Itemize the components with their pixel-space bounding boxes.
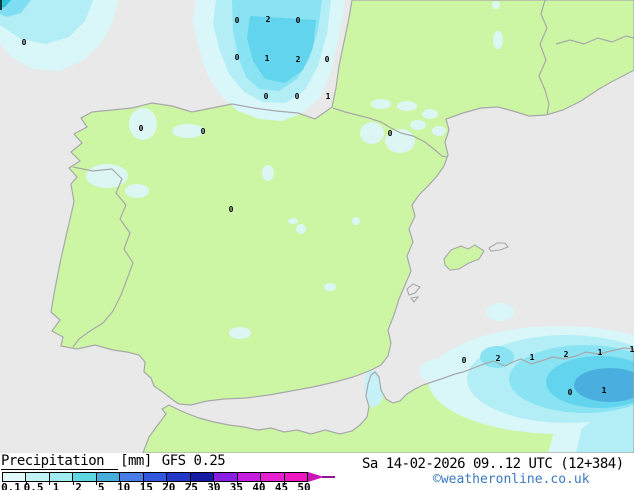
station-value: 0 [228, 205, 234, 214]
scale-tick [25, 482, 27, 485]
scale-tick [190, 482, 191, 485]
scale-segment [237, 473, 262, 481]
scale-segment [261, 473, 285, 481]
scale-tick [213, 482, 215, 485]
scale-tick [72, 482, 74, 485]
scale-segment [214, 473, 238, 481]
scale-segment [96, 473, 121, 481]
precipitation-map: 0 2 0 0 1 2 0 0 0 1 0 0 0 0 0 0 2 1 2 1 1 0 1 [0, 0, 634, 453]
station-value: 1 [629, 345, 634, 354]
station-value: 1 [601, 386, 607, 395]
station-value: 1 [529, 353, 535, 362]
station-value: 1 [597, 348, 603, 357]
station-value: 2 [265, 15, 271, 24]
scale-tick [119, 482, 121, 485]
legend-footer: Precipitation [mm] GFS 0.25 Sa 14-02-2026 … [0, 453, 634, 490]
station-value: 0 [567, 388, 573, 397]
station-value: 0 [294, 92, 300, 101]
scale-tick [284, 482, 285, 485]
scale-label: 50 [297, 481, 311, 490]
scale-tick [237, 482, 238, 485]
scale-tick [260, 482, 262, 485]
station-value: 2 [495, 354, 501, 363]
station-value: 1 [325, 92, 331, 101]
station-value: 1 [264, 54, 270, 63]
scale-segment [284, 473, 308, 481]
scale-tick [143, 482, 144, 485]
station-value: 0 [387, 129, 393, 138]
legend-title: Precipitation [mm] GFS 0.25 [1, 453, 226, 470]
station-value: 0 [21, 38, 27, 47]
station-value: 0 [324, 55, 330, 64]
scale-segment [143, 473, 168, 481]
forecast-datetime: Sa 14-02-2026 09..12 UTC (12+384) [362, 456, 624, 472]
scale-segment [120, 473, 144, 481]
model-label: GFS 0.25 [161, 453, 226, 469]
scale-segment [73, 473, 97, 481]
station-value: 2 [563, 350, 569, 359]
scale-segment [26, 473, 50, 481]
station-value: 0 [234, 53, 240, 62]
station-value: 0 [295, 16, 301, 25]
copyright-text: ©weatheronline.co.uk [433, 472, 590, 487]
scale-segment [3, 473, 27, 481]
scale-segment [167, 473, 191, 481]
station-value: 0 [200, 127, 206, 136]
weather-map-screenshot: 0 2 0 0 1 2 0 0 0 1 0 0 0 0 0 0 2 1 2 1 1 0 1 Precipitation [mm… [0, 0, 634, 490]
scale-tick [96, 482, 97, 485]
station-value: 0 [461, 356, 467, 365]
station-value: 0 [263, 92, 269, 101]
station-value: 2 [295, 55, 301, 64]
scale-segment [49, 473, 74, 481]
station-value: 0 [234, 16, 240, 25]
station-value: 0 [138, 124, 144, 133]
map-svg [0, 0, 634, 453]
unit-label: [mm] [120, 453, 152, 469]
scale-tick [166, 482, 168, 485]
scale-tick [49, 482, 50, 485]
scale-segment [190, 473, 215, 481]
parameter-label: Precipitation [1, 453, 119, 470]
scale-overflow-arrow-icon [308, 472, 335, 482]
